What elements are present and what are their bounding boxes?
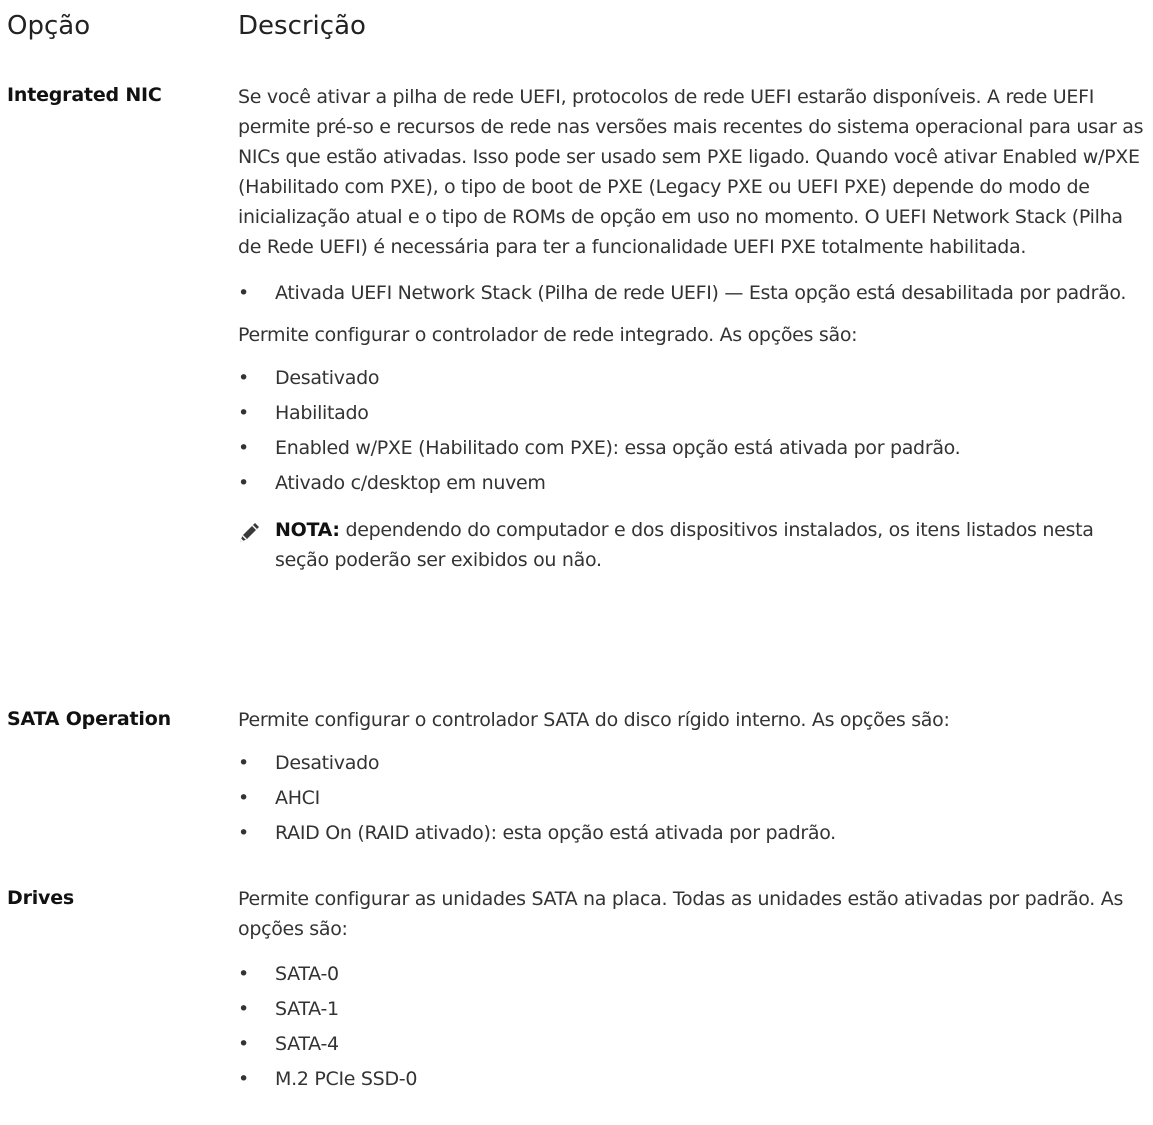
bullet-marker: •: [238, 822, 249, 844]
description-paragraph: Se você ativar a pilha de rede UEFI, pro…: [238, 86, 1144, 258]
description-drives: Permite configurar as unidades SATA na p…: [238, 884, 1146, 1097]
options-intro: Permite configurar o controlador SATA do…: [238, 709, 950, 731]
note-label: NOTA:: [275, 519, 340, 541]
list-item-text: AHCI: [275, 787, 320, 809]
list-item-text: SATA-1: [275, 998, 339, 1020]
bullet-marker: •: [238, 1068, 249, 1090]
bullet-list: • Ativada UEFI Network Stack (Pilha de r…: [238, 276, 1146, 304]
list-item: • RAID On (RAID ativado): esta opção está…: [238, 816, 1146, 851]
list-item-text: RAID On (RAID ativado): esta opção está …: [275, 822, 836, 844]
list-item: • Desativado: [238, 361, 1146, 396]
list-item: • SATA-1: [238, 992, 1146, 1027]
list-item-text: Desativado: [275, 752, 380, 774]
list-item: • SATA-0: [238, 957, 1146, 992]
list-item: • M.2 PCIe SSD-0: [238, 1062, 1146, 1097]
bullet-marker: •: [238, 402, 249, 424]
options-intro: Permite configurar o controlador de rede…: [238, 324, 858, 346]
note-text: dependendo do computador e dos dispositi…: [275, 519, 1094, 571]
bullet-marker: •: [238, 472, 249, 494]
column-header-option: Opção: [7, 11, 91, 41]
options-list: • Desativado • AHCI • RAID On (RAID ativado…: [238, 746, 1146, 851]
list-item-text: Ativada UEFI Network Stack (Pilha de red…: [275, 282, 1127, 304]
options-intro: Permite configurar as unidades SATA na p…: [238, 888, 1124, 940]
bullet-marker: •: [238, 1033, 249, 1055]
list-item: • Enabled w/PXE (Habilitado com PXE): ess…: [238, 431, 1146, 466]
list-item-text: SATA-0: [275, 963, 339, 985]
list-item: • Ativada UEFI Network Stack (Pilha de r…: [238, 276, 1146, 304]
description-sata-operation: Permite configurar o controlador SATA do…: [238, 705, 1146, 851]
bullet-marker: •: [238, 752, 249, 774]
document-page: Opção Descrição Integrated NIC Se você a…: [0, 0, 1153, 1125]
option-label-sata-operation: SATA Operation: [7, 708, 171, 730]
bullet-marker: •: [238, 367, 249, 389]
pencil-note-icon: [240, 523, 259, 542]
bullet-marker: •: [238, 282, 249, 304]
options-list: • SATA-0 • SATA-1 • SATA-4 • M.2 PCIe SSD-0: [238, 957, 1146, 1097]
description-integrated-nic: Se você ativar a pilha de rede UEFI, pro…: [238, 82, 1146, 575]
bullet-marker: •: [238, 787, 249, 809]
option-label-drives: Drives: [7, 887, 75, 909]
bullet-marker: •: [238, 437, 249, 459]
list-item: • Ativado c/desktop em nuvem: [238, 466, 1146, 501]
list-item-text: Enabled w/PXE (Habilitado com PXE): essa…: [275, 437, 961, 459]
list-item-text: SATA-4: [275, 1033, 339, 1055]
column-header-description: Descrição: [238, 11, 366, 41]
list-item: • SATA-4: [238, 1027, 1146, 1062]
list-item: • Habilitado: [238, 396, 1146, 431]
list-item-text: M.2 PCIe SSD-0: [275, 1068, 418, 1090]
list-item: • Desativado: [238, 746, 1146, 781]
bullet-marker: •: [238, 998, 249, 1020]
option-label-integrated-nic: Integrated NIC: [7, 84, 162, 106]
options-list: • Desativado • Habilitado • Enabled w/PXE (…: [238, 361, 1146, 501]
note-box: NOTA: dependendo do computador e dos dis…: [238, 515, 1146, 575]
list-item-text: Ativado c/desktop em nuvem: [275, 472, 546, 494]
list-item-text: Desativado: [275, 367, 380, 389]
bullet-marker: •: [238, 963, 249, 985]
list-item: • AHCI: [238, 781, 1146, 816]
list-item-text: Habilitado: [275, 402, 369, 424]
